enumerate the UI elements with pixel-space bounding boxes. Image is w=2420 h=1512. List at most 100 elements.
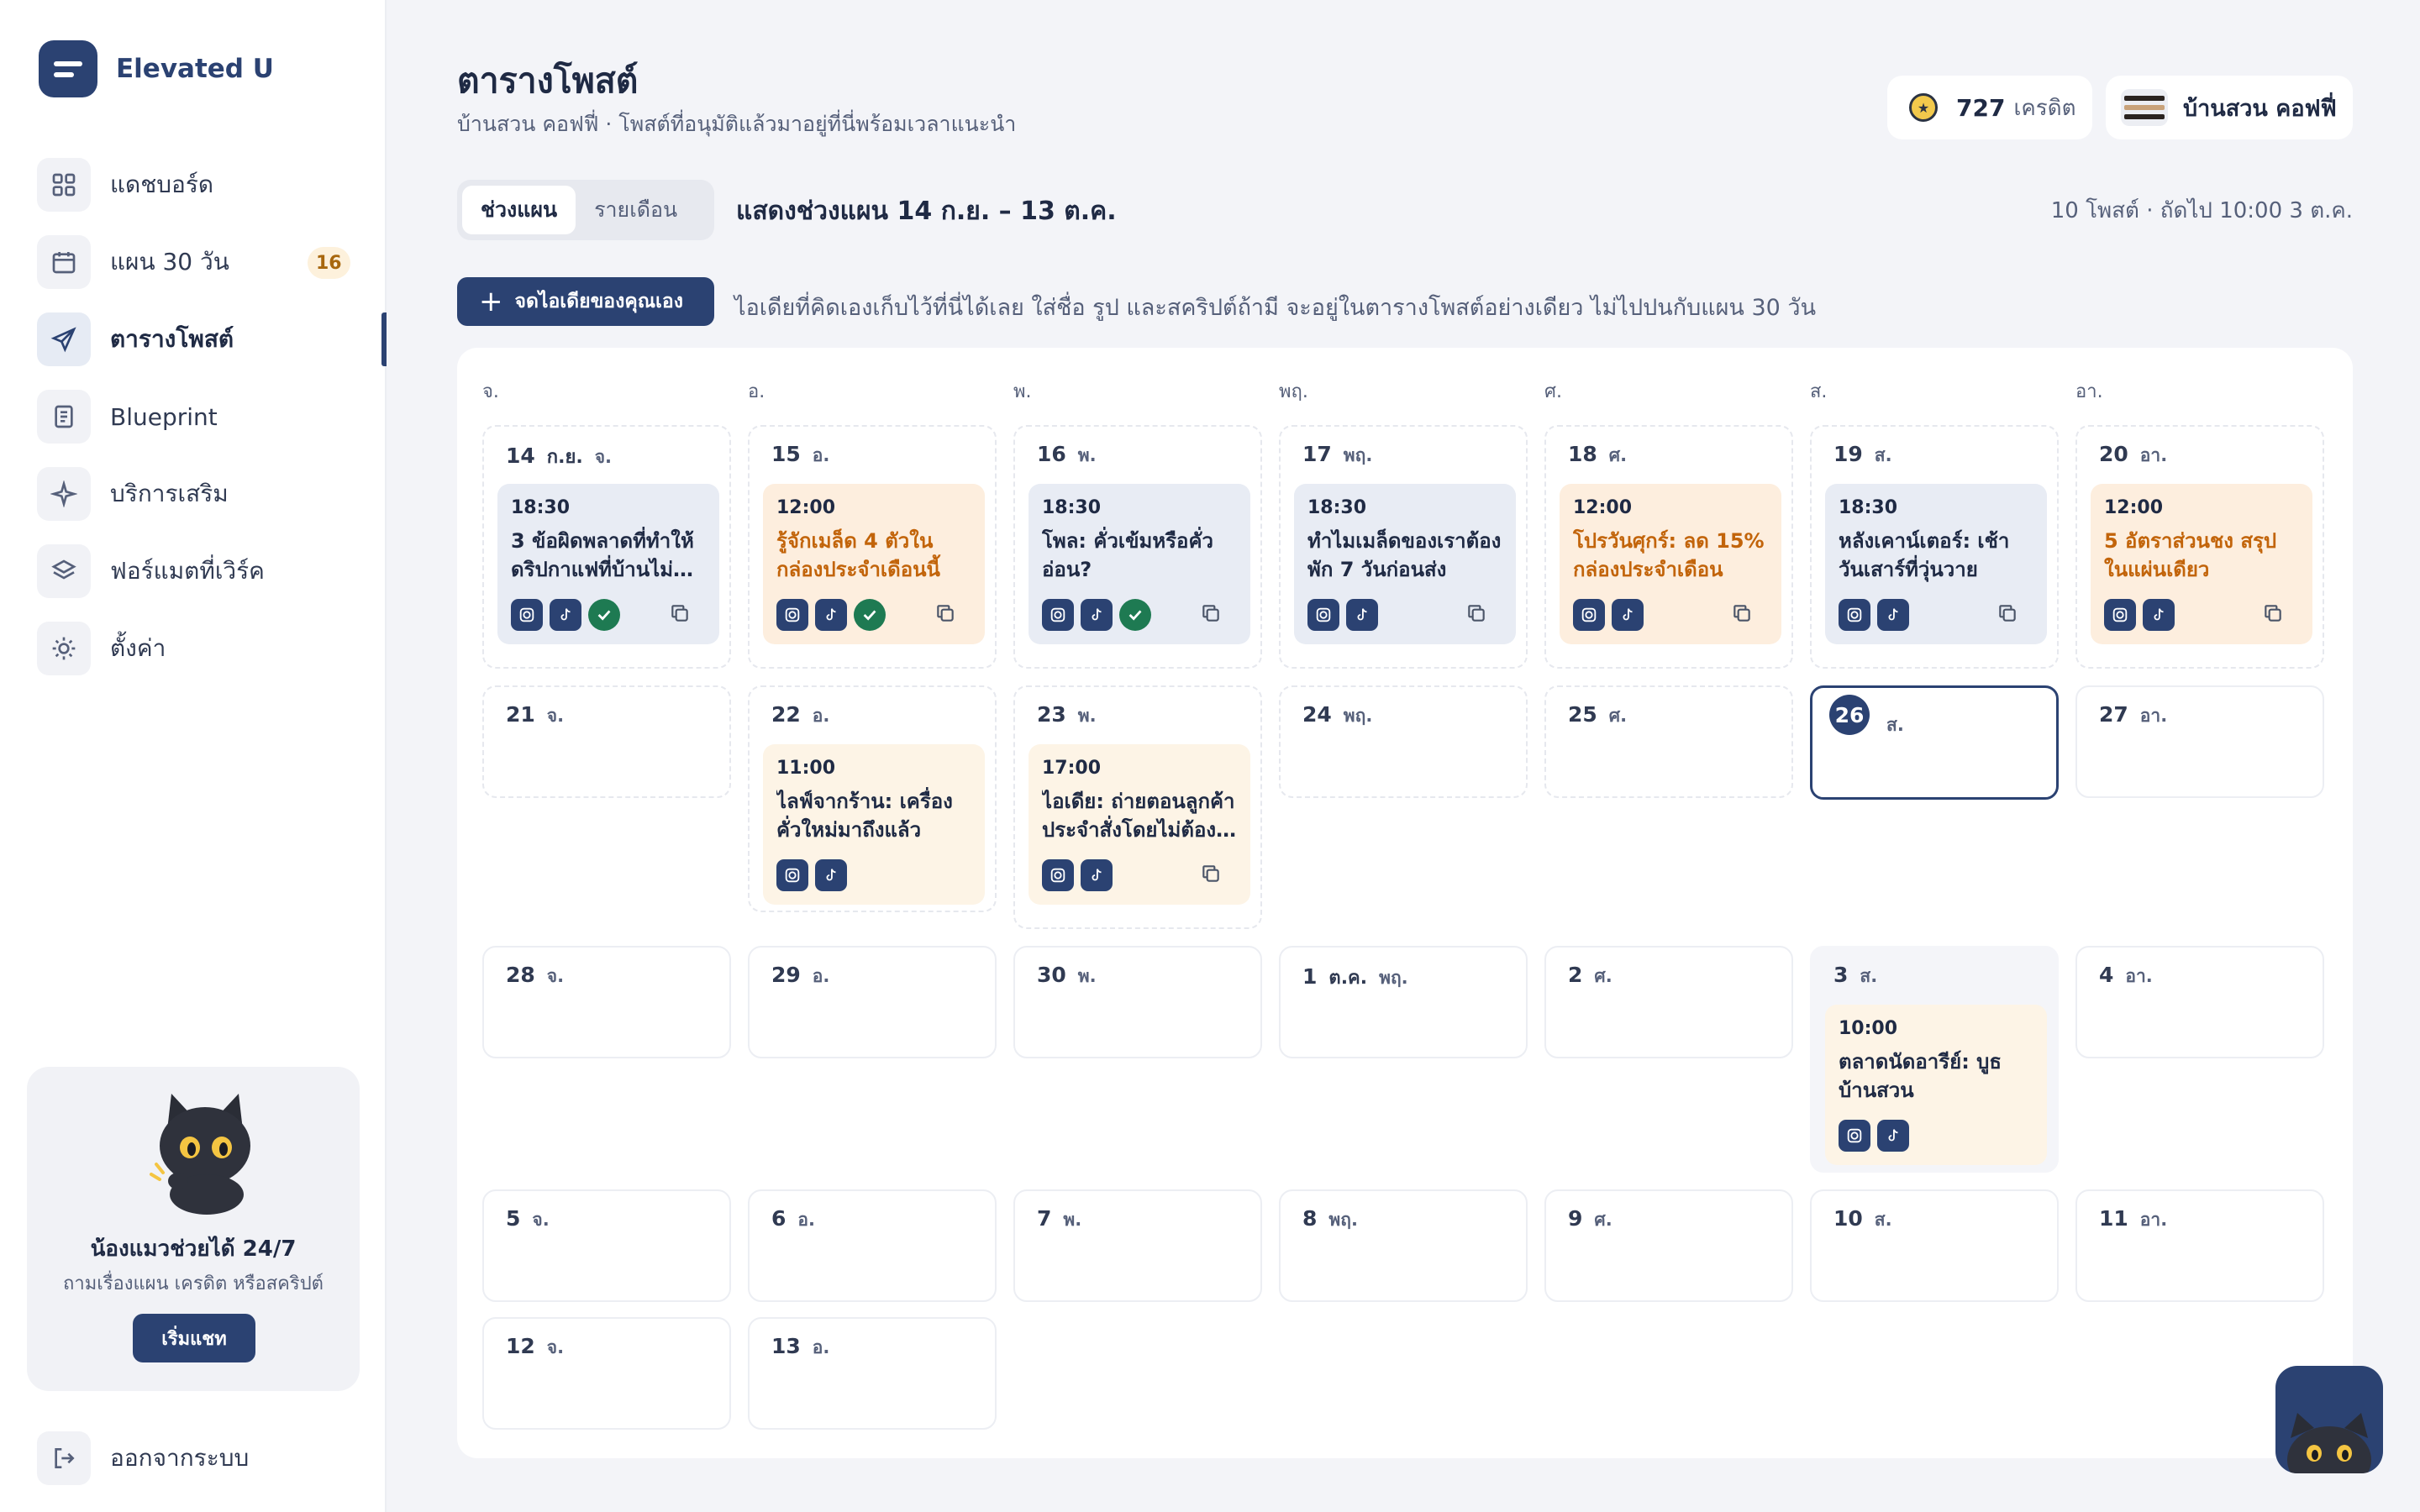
start-chat-button[interactable]: เริ่มแชท: [133, 1314, 255, 1362]
tab-monthly[interactable]: รายเดือน: [576, 186, 696, 234]
calendar-day-cell[interactable]: 3 ส. 10:00 ตลาดนัดอารีย์: บูธบ้านสวน: [1810, 946, 2059, 1173]
post-title: ตลาดนัดอารีย์: บูธบ้านสวน: [1839, 1050, 2002, 1102]
post-card[interactable]: 17:00 ไอเดีย: ถ่ายตอนลูกค้าประจำสั่งโดยไม…: [1028, 744, 1250, 905]
day-number: 8: [1302, 1206, 1318, 1231]
calendar-day-cell[interactable]: 18 ศ. 12:00 โปรวันศุกร์: ลด 15% กล่องประจำเ…: [1544, 425, 1793, 669]
day-weekday: อ.: [812, 445, 830, 465]
calendar-day-cell[interactable]: 26 ส.: [1810, 685, 2059, 800]
sidebar-item-4[interactable]: บริการเสริม: [37, 455, 387, 533]
tab-plan-range[interactable]: ช่วงแผน: [462, 186, 576, 234]
day-header: 11 อา.: [2099, 1206, 2167, 1234]
day-weekday: อ.: [812, 706, 830, 726]
day-header: 21 จ.: [506, 702, 564, 730]
shop-switcher[interactable]: บ้านสวน คอฟฟี่: [2106, 76, 2353, 139]
day-weekday: จ.: [546, 966, 565, 986]
sidebar-item-3[interactable]: Blueprint: [37, 378, 387, 455]
calendar-day-cell[interactable]: 25 ศ.: [1544, 685, 1793, 798]
day-weekday: พ.: [1077, 706, 1097, 726]
calendar-icon: [37, 235, 91, 289]
day-number: 2: [1568, 963, 1583, 987]
calendar-day-cell[interactable]: 24 พฤ.: [1279, 685, 1528, 798]
post-card[interactable]: 18:30 ทำไมเมล็ดของเราต้องพัก 7 วันก่อนส่ง: [1294, 484, 1516, 644]
layers-icon: [37, 544, 91, 598]
day-header: 30 พ.: [1037, 963, 1097, 990]
calendar-day-cell[interactable]: 11 อา.: [2075, 1189, 2324, 1302]
calendar-day-cell[interactable]: 29 อ.: [748, 946, 997, 1058]
calendar-day-cell[interactable]: 28 จ.: [482, 946, 731, 1058]
post-card[interactable]: 10:00 ตลาดนัดอารีย์: บูธบ้านสวน: [1825, 1005, 2047, 1165]
copy-icon[interactable]: [2262, 602, 2287, 627]
credits-badge[interactable]: ★ 727 เครดิต: [1887, 76, 2092, 139]
sidebar-item-5[interactable]: ฟอร์แมตที่เวิร์ค: [37, 533, 387, 610]
day-number: 18: [1568, 442, 1597, 466]
chat-fab-button[interactable]: [2275, 1366, 2383, 1473]
calendar-day-cell[interactable]: 27 อา.: [2075, 685, 2324, 798]
day-number: 6: [771, 1206, 786, 1231]
copy-icon[interactable]: [1465, 602, 1491, 627]
plus-icon: +: [479, 285, 503, 318]
sidebar-item-0[interactable]: แดชบอร์ด: [37, 146, 387, 223]
tiktok-icon: [1346, 599, 1378, 631]
copy-icon[interactable]: [1731, 602, 1756, 627]
add-own-idea-button[interactable]: + จดไอเดียของคุณเอง: [457, 277, 714, 326]
sidebar-item-6[interactable]: ตั้งค่า: [37, 610, 387, 687]
calendar-day-cell[interactable]: 5 จ.: [482, 1189, 731, 1302]
post-card[interactable]: 18:30 โพล: คั่วเข้มหรือคั่วอ่อน?: [1028, 484, 1250, 644]
approved-check-icon: [588, 599, 620, 631]
post-actions: [1042, 599, 1237, 631]
day-header: 3 ส.: [1833, 963, 1877, 990]
calendar-day-cell[interactable]: 7 พ.: [1013, 1189, 1262, 1302]
calendar-day-cell[interactable]: 1 ต.ค. พฤ.: [1279, 946, 1528, 1058]
post-card[interactable]: 12:00 รู้จักเมล็ด 4 ตัวในกล่องประจำเดือนน…: [763, 484, 985, 644]
plan-count-badge: 16: [308, 247, 350, 279]
day-weekday: อ.: [812, 966, 830, 986]
calendar-day-cell[interactable]: 15 อ. 12:00 รู้จักเมล็ด 4 ตัวในกล่องประจำเด…: [748, 425, 997, 669]
day-month: ต.ค.: [1328, 968, 1368, 989]
calendar-day-cell[interactable]: 23 พ. 17:00 ไอเดีย: ถ่ายตอนลูกค้าประจำสั่งโ…: [1013, 685, 1262, 929]
calendar-day-cell[interactable]: 21 จ.: [482, 685, 731, 798]
calendar-day-cell[interactable]: 6 อ.: [748, 1189, 997, 1302]
day-header: 4 อา.: [2099, 963, 2153, 990]
post-card[interactable]: 11:00 ไลฟ์จากร้าน: เครื่องคั่วใหม่มาถึงแล…: [763, 744, 985, 905]
brand-logo[interactable]: Elevated U: [39, 40, 274, 97]
calendar-day-cell[interactable]: 16 พ. 18:30 โพล: คั่วเข้มหรือคั่วอ่อน?: [1013, 425, 1262, 669]
copy-icon[interactable]: [1996, 602, 2022, 627]
day-number: 15: [771, 442, 801, 466]
day-weekday: พฤ.: [1343, 445, 1373, 465]
calendar-day-cell[interactable]: 22 อ. 11:00 ไลฟ์จากร้าน: เครื่องคั่วใหม่มาถ…: [748, 685, 997, 912]
calendar-day-cell[interactable]: 30 พ.: [1013, 946, 1262, 1058]
sidebar-item-1[interactable]: แผน 30 วัน 16: [37, 223, 387, 301]
copy-icon[interactable]: [1200, 602, 1225, 627]
calendar-day-cell[interactable]: 10 ส.: [1810, 1189, 2059, 1302]
post-card[interactable]: 18:30 3 ข้อผิดพลาดที่ทำให้ดริปกาแฟที่บ้าน…: [497, 484, 719, 644]
logout-button[interactable]: ออกจากระบบ: [37, 1420, 249, 1497]
weekday-header: ส.: [1810, 381, 1828, 402]
calendar-day-cell[interactable]: 14 ก.ย. จ. 18:30 3 ข้อผิดพลาดที่ทำให้ดริปกาแ…: [482, 425, 731, 669]
calendar-day-cell[interactable]: 4 อา.: [2075, 946, 2324, 1058]
day-header: 24 พฤ.: [1302, 702, 1372, 730]
post-card[interactable]: 12:00 5 อัตราส่วนชง สรุปในแผ่นเดียว: [2091, 484, 2312, 644]
calendar-day-cell[interactable]: 20 อา. 12:00 5 อัตราส่วนชง สรุปในแผ่นเดียว: [2075, 425, 2324, 669]
day-number: 1: [1302, 964, 1318, 989]
post-title: โปรวันศุกร์: ลด 15% กล่องประจำเดือน: [1573, 529, 1765, 581]
day-number: 9: [1568, 1206, 1583, 1231]
calendar-day-cell[interactable]: 2 ศ.: [1544, 946, 1793, 1058]
calendar-day-cell[interactable]: 12 จ.: [482, 1317, 731, 1430]
calendar-day-cell[interactable]: 17 พฤ. 18:30 ทำไมเมล็ดของเราต้องพัก 7 วันก่…: [1279, 425, 1528, 669]
calendar-day-cell[interactable]: 19 ส. 18:30 หลังเคาน์เตอร์: เช้าวันเสาร์ที่…: [1810, 425, 2059, 669]
day-number: 24: [1302, 702, 1332, 727]
calendar-day-cell[interactable]: 8 พฤ.: [1279, 1189, 1528, 1302]
day-header: 26 ส.: [1829, 695, 1904, 743]
post-card[interactable]: 12:00 โปรวันศุกร์: ลด 15% กล่องประจำเดือน: [1560, 484, 1781, 644]
sidebar-item-2[interactable]: ตารางโพสต์: [37, 301, 387, 378]
shop-name: บ้านสวน คอฟฟี่: [2183, 95, 2337, 122]
copy-icon[interactable]: [1200, 863, 1225, 888]
copy-icon[interactable]: [669, 602, 694, 627]
calendar-day-cell[interactable]: 13 อ.: [748, 1317, 997, 1430]
day-number: 7: [1037, 1206, 1052, 1231]
day-weekday: ส.: [1874, 445, 1892, 465]
calendar-day-cell[interactable]: 9 ศ.: [1544, 1189, 1793, 1302]
post-card[interactable]: 18:30 หลังเคาน์เตอร์: เช้าวันเสาร์ที่วุ่น…: [1825, 484, 2047, 644]
copy-icon[interactable]: [934, 602, 960, 627]
day-header: 1 ต.ค. พฤ.: [1302, 963, 1408, 992]
